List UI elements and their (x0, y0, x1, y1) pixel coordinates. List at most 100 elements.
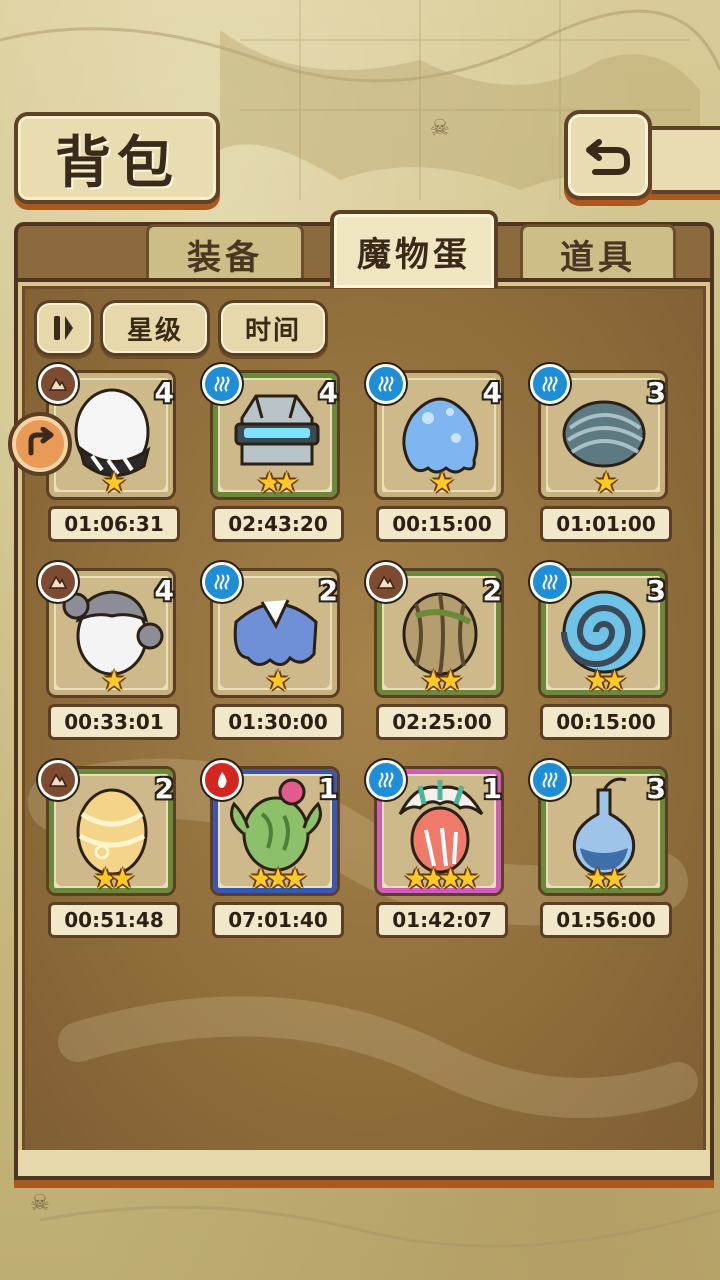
egg-count: 4 (154, 574, 174, 607)
egg-slot-wrapped[interactable]: 2 ★★ (366, 562, 506, 700)
hatch-timer: 02:25:00 (376, 704, 508, 740)
star-rating: ★ (46, 664, 174, 697)
star-icon: ★ (274, 466, 299, 499)
hatch-timer: 01:56:00 (540, 902, 672, 938)
star-icon: ★ (92, 862, 118, 895)
egg-slot-feather[interactable]: 1 ★★★★ (366, 760, 506, 898)
star-icon: ★ (265, 664, 290, 697)
egg-count: 2 (482, 574, 502, 607)
star-rating: ★★ (538, 862, 666, 895)
sort-order-toggle[interactable] (34, 300, 94, 356)
star-rating: ★ (46, 466, 174, 499)
tab-monster-eggs-label: 魔物蛋 (357, 234, 471, 275)
back-button[interactable] (564, 110, 652, 200)
egg-slot-koala[interactable]: 4 ★ (38, 562, 178, 700)
pause-bars-icon (54, 316, 73, 340)
selected-egg-marker[interactable] (8, 412, 72, 476)
hatch-timer: 00:51:48 (48, 902, 180, 938)
tab-equipment-label: 装备 (187, 237, 263, 278)
tab-equipment[interactable]: 装备 (146, 224, 304, 281)
star-icon: ★ (438, 664, 463, 697)
egg-count: 1 (318, 772, 338, 805)
star-icon: ★ (438, 862, 463, 895)
egg-count: 3 (646, 574, 666, 607)
sort-by-star-button[interactable]: 星级 (100, 300, 210, 356)
earth-element-icon (366, 562, 406, 602)
egg-count: 2 (318, 574, 338, 607)
back-rail (640, 126, 720, 194)
star-icon: ★ (101, 664, 126, 697)
title-plate: 背包 (14, 112, 220, 204)
tab-items-label: 道具 (560, 237, 636, 278)
hatch-timer: 01:30:00 (212, 704, 344, 740)
hatch-timer: 02:43:20 (212, 506, 344, 542)
hatch-timer: 00:33:01 (48, 704, 180, 740)
hatch-timer: 00:15:00 (376, 506, 508, 542)
star-rating: ★★ (538, 664, 666, 697)
hatch-timer: 01:42:07 (376, 902, 508, 938)
star-icon: ★ (602, 862, 627, 895)
panel-footer (14, 1150, 714, 1180)
water-element-icon (366, 760, 406, 800)
water-element-icon (202, 364, 242, 404)
svg-text:☠: ☠ (430, 116, 450, 141)
star-icon: ★ (403, 862, 429, 895)
page-title: 背包 (55, 129, 179, 196)
earth-element-icon (38, 760, 78, 800)
egg-slot-fluffy-blue[interactable]: 2 ★ (202, 562, 342, 700)
water-element-icon (366, 364, 406, 404)
egg-slot-flask[interactable]: 3 ★★ (530, 760, 670, 898)
egg-slot-golden[interactable]: 2 ★★ (38, 760, 178, 898)
hatch-timer: 07:01:40 (212, 902, 344, 938)
star-icon: ★ (593, 466, 618, 499)
star-rating: ★★ (46, 862, 174, 895)
star-rating: ★★★★ (374, 862, 502, 895)
egg-slot-spiral[interactable]: 3 ★★ (530, 562, 670, 700)
star-icon: ★ (602, 664, 627, 697)
star-icon: ★ (584, 862, 610, 895)
egg-count: 2 (154, 772, 174, 805)
star-icon: ★ (420, 664, 446, 697)
star-rating: ★★ (210, 466, 338, 499)
water-element-icon (530, 364, 570, 404)
water-element-icon (530, 562, 570, 602)
egg-count: 3 (646, 376, 666, 409)
star-icon: ★ (420, 862, 446, 895)
egg-slot-slime[interactable]: 4 ★ (366, 364, 506, 502)
hatch-timer: 01:01:00 (540, 506, 672, 542)
egg-slot-shell[interactable]: 3 ★ (530, 364, 670, 502)
egg-count: 1 (482, 772, 502, 805)
star-icon: ★ (101, 466, 126, 499)
star-rating: ★ (374, 466, 502, 499)
hatch-timer: 00:15:00 (540, 704, 672, 740)
tab-monster-eggs[interactable]: 魔物蛋 (330, 210, 498, 288)
egg-slot-robot[interactable]: 4 ★★ (202, 364, 342, 502)
arrow-up-right-icon (28, 427, 54, 456)
sort-by-time-button[interactable]: 时间 (218, 300, 328, 356)
water-element-icon (530, 760, 570, 800)
star-icon: ★ (110, 862, 135, 895)
star-rating: ★★ (374, 664, 502, 697)
egg-count: 3 (646, 772, 666, 805)
egg-count: 4 (154, 376, 174, 409)
star-icon: ★ (248, 862, 273, 895)
star-icon: ★ (584, 664, 610, 697)
star-icon: ★ (256, 466, 282, 499)
star-icon: ★ (455, 862, 480, 895)
water-element-icon (202, 562, 242, 602)
egg-count: 4 (482, 376, 502, 409)
star-icon: ★ (265, 862, 290, 895)
hatch-timer: 01:06:31 (48, 506, 180, 542)
egg-slot-cactus[interactable]: 1 ★★★ (202, 760, 342, 898)
fire-element-icon (202, 760, 242, 800)
return-arrow-icon (585, 132, 631, 178)
egg-count: 4 (318, 376, 338, 409)
star-rating: ★★★ (210, 862, 338, 895)
earth-element-icon (38, 562, 78, 602)
star-rating: ★ (210, 664, 338, 697)
sort-by-time-label: 时间 (244, 315, 301, 346)
earth-element-icon (38, 364, 78, 404)
star-rating: ★ (538, 466, 666, 499)
tab-items[interactable]: 道具 (520, 224, 676, 281)
star-icon: ★ (429, 466, 454, 499)
